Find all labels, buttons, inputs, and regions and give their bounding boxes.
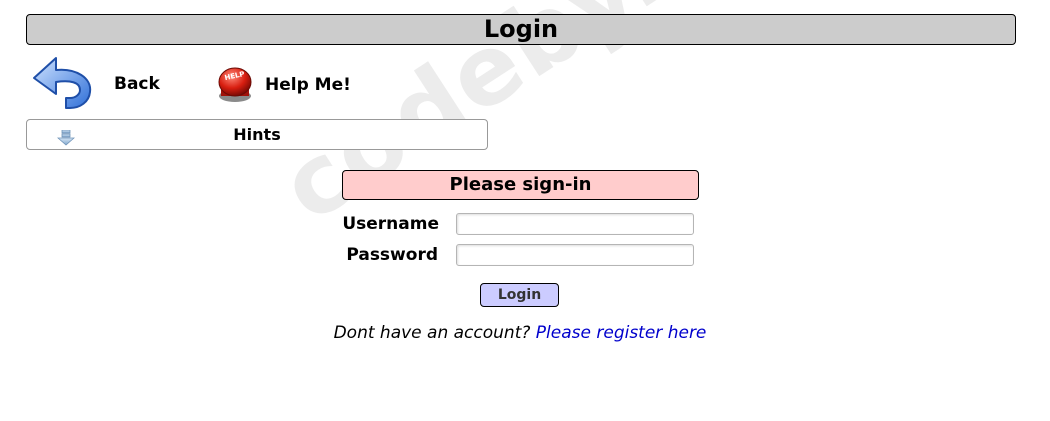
hints-label: Hints [233,125,281,144]
password-label: Password [346,245,438,265]
register-link[interactable]: Please register here [536,323,707,343]
page-title: Login [26,14,1016,45]
password-field[interactable] [456,244,694,266]
back-label: Back [114,73,160,94]
hints-toggle[interactable]: Hints [26,119,488,150]
help-label: Help Me! [265,74,351,95]
help-button-icon: HELP [213,60,257,109]
login-button[interactable]: Login [480,283,559,307]
signin-heading: Please sign-in [342,170,699,200]
register-line: Dont have an account? Please register he… [0,323,1040,343]
back-link[interactable]: Back [30,52,160,115]
help-link[interactable]: HELP Help Me! [213,60,351,109]
back-arrow-icon [30,52,94,115]
chevron-down-icon [56,126,76,155]
register-prompt: Dont have an account? [333,323,531,343]
username-field[interactable] [456,213,694,235]
username-label: Username [342,214,439,234]
